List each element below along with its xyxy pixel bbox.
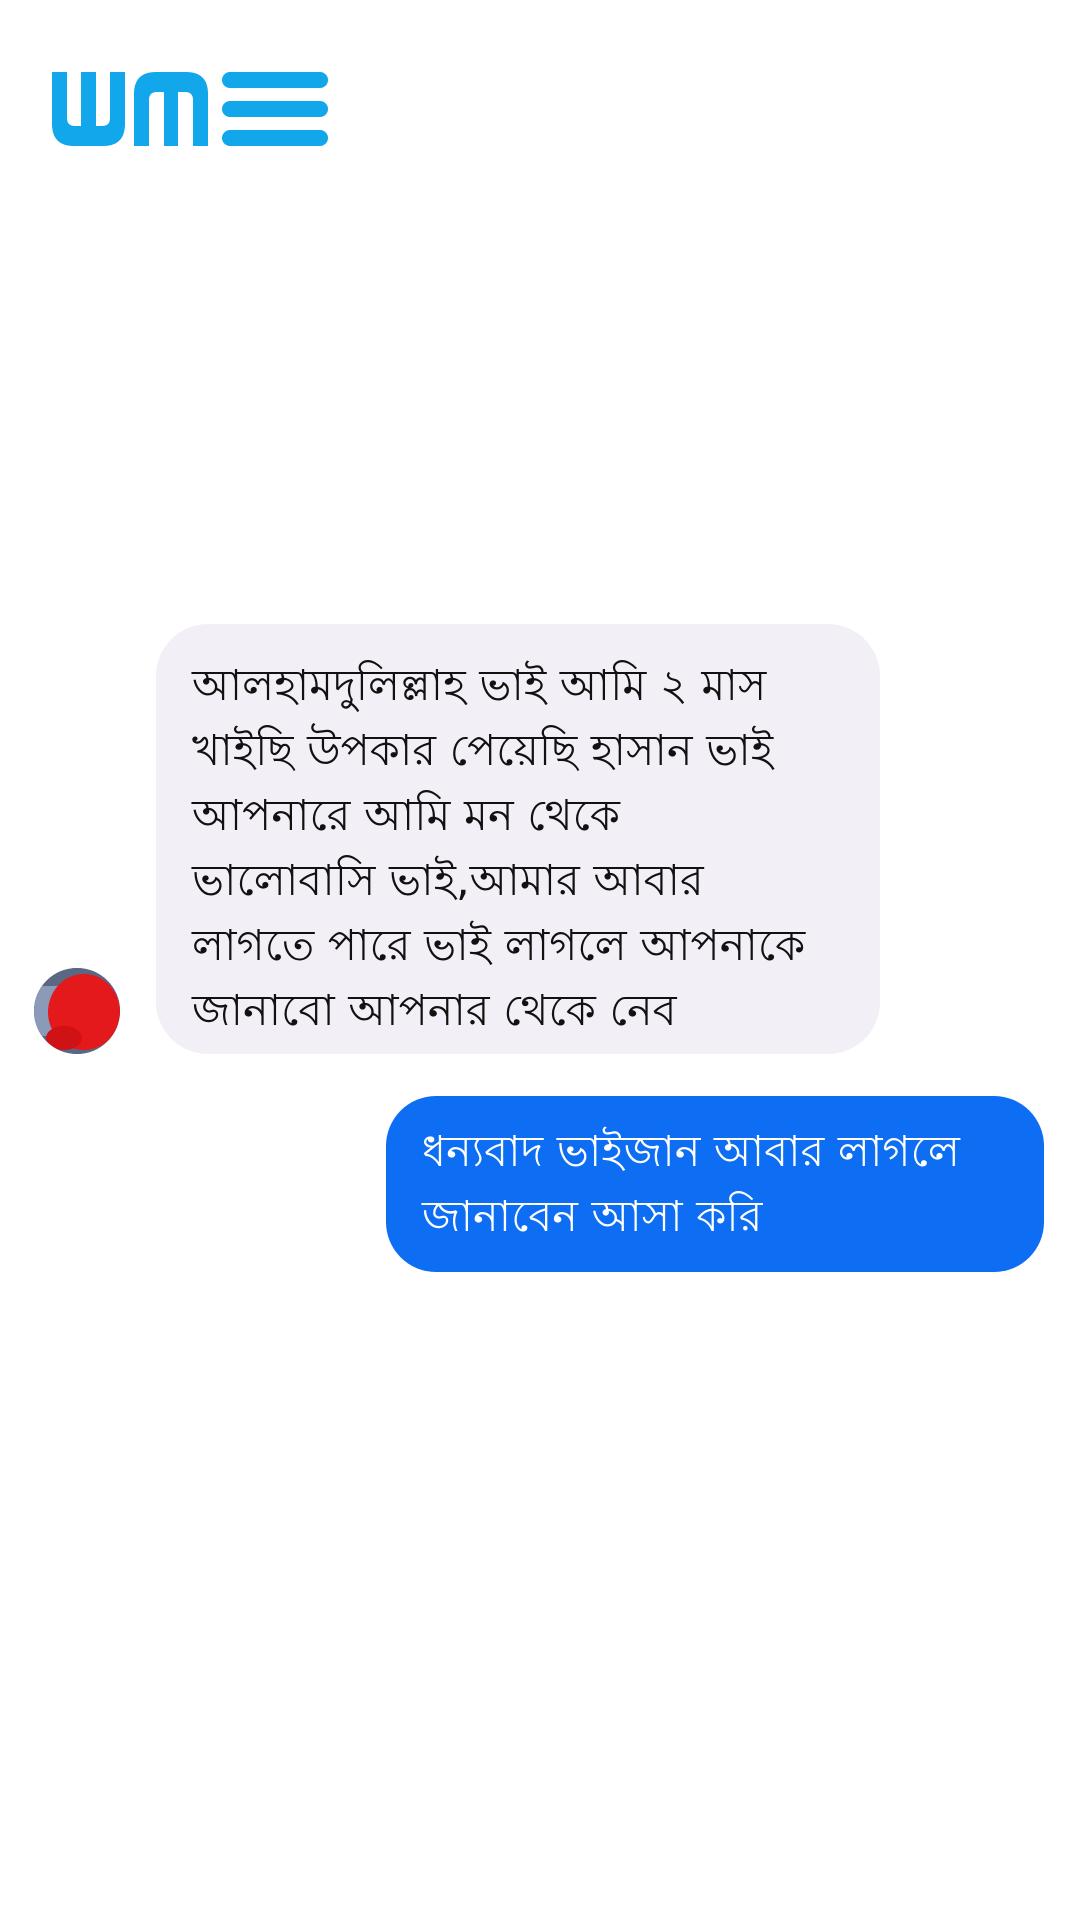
wms-logo — [52, 72, 332, 146]
user-avatar-icon[interactable] — [34, 968, 120, 1054]
message-line: খাইছি উপকার পেয়েছি হাসান ভাই — [192, 726, 774, 776]
message-line: ধন্যবাদ ভাইজান আবার লাগলে — [422, 1127, 960, 1177]
message-line: আলহামদুলিল্লাহ ভাই আমি ২ মাস — [192, 661, 767, 711]
outgoing-message-bubble[interactable]: ধন্যবাদ ভাইজান আবার লাগলে জানাবেন আসা কর… — [386, 1096, 1044, 1272]
message-line: জানাবেন আসা করি — [422, 1192, 763, 1242]
message-line: আপনারে আমি মন থেকে — [192, 791, 620, 841]
message-line: লাগতে পারে ভাই লাগলে আপনাকে — [192, 921, 806, 971]
incoming-message-bubble[interactable]: আলহামদুলিল্লাহ ভাই আমি ২ মাস খাইছি উপকার… — [156, 624, 880, 1054]
message-line: জানাবো আপনার থেকে নেব — [192, 986, 677, 1036]
message-line: ভালোবাসি ভাই,আমার আবার — [192, 856, 704, 906]
